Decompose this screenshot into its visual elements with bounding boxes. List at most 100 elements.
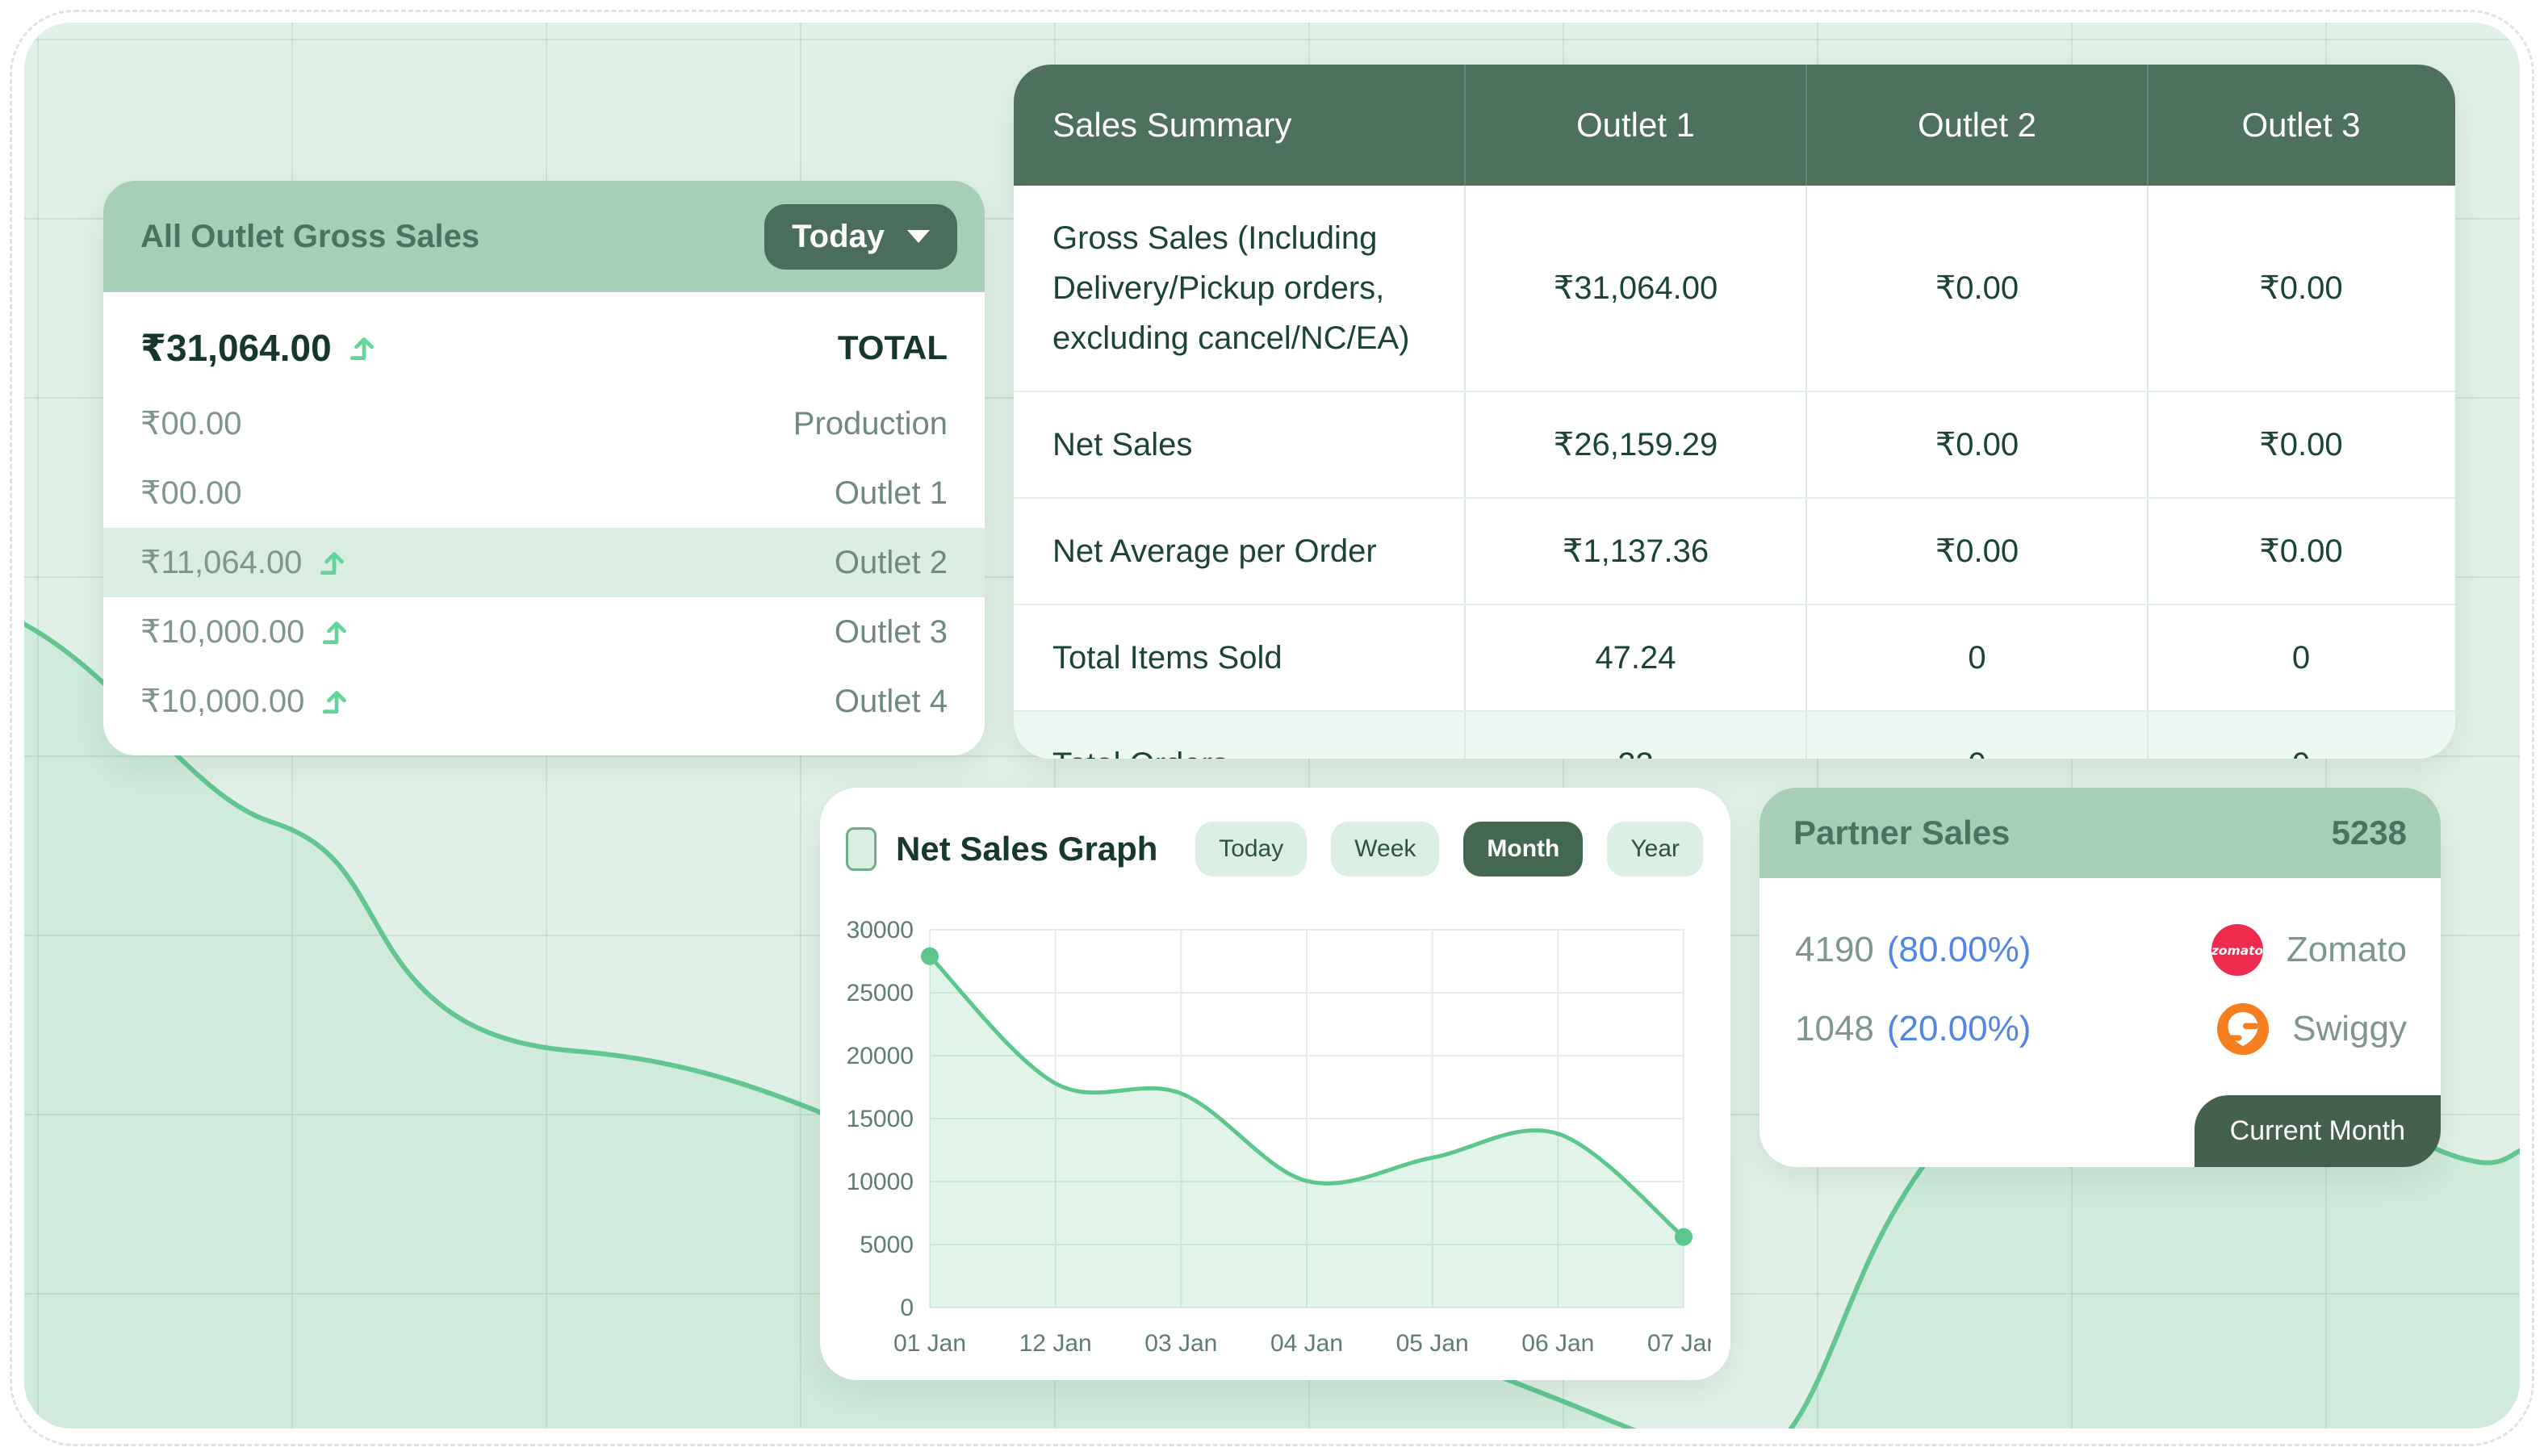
summary-row-label: Total Orders: [1014, 712, 1464, 759]
period-dropdown[interactable]: Today: [764, 204, 957, 270]
trend-up-arrow-icon: [318, 547, 349, 578]
svg-text:05 Jan: 05 Jan: [1396, 1330, 1469, 1357]
svg-text:04 Jan: 04 Jan: [1270, 1330, 1343, 1357]
trend-up-arrow-icon: [320, 686, 351, 717]
gross-row-label: Outlet 4: [835, 684, 948, 720]
summary-row-label: Net Sales: [1014, 392, 1464, 497]
trend-up-arrow-icon: [320, 617, 351, 647]
gross-row-value: ₹10,000.00: [140, 683, 304, 720]
net-sales-graph-title: Net Sales Graph: [896, 830, 1157, 868]
partner-count-group: 1048 (20.00%): [1795, 1009, 2031, 1049]
gross-row-value-group: ₹00.00: [140, 405, 242, 442]
gross-row-value-group: ₹00.00: [140, 475, 242, 512]
summary-row-value: 0: [2147, 605, 2454, 710]
summary-row-value: ₹0.00: [2147, 392, 2454, 497]
svg-text:12 Jan: 12 Jan: [1019, 1330, 1092, 1357]
dashboard-page: { "gross_card": { "title": "All Outlet G…: [0, 0, 2544, 1456]
first-point-marker: [921, 948, 939, 965]
net-sales-period-tabs: Today Week Month Year: [1195, 822, 1703, 877]
svg-text:15000: 15000: [847, 1106, 914, 1132]
net-sales-graph-card: Net Sales Graph Today Week Month Year 0 5000…: [820, 788, 1730, 1380]
partner-brand-group: Swiggy: [2216, 1002, 2407, 1056]
tab-month[interactable]: Month: [1463, 822, 1583, 877]
gross-sales-card-title: All Outlet Gross Sales: [140, 219, 479, 255]
sales-summary-column-header: Outlet 2: [1805, 65, 2147, 186]
table-row: Gross Sales (Including Delivery/Pickup o…: [1014, 186, 2455, 391]
partner-brand-group: zomato Zomato: [2211, 923, 2407, 977]
gross-sales-card-header: All Outlet Gross Sales Today: [103, 181, 985, 292]
gross-row-value-group: ₹10,000.00: [140, 683, 351, 720]
sales-summary-body: Gross Sales (Including Delivery/Pickup o…: [1014, 186, 2455, 759]
sales-summary-header-row: Sales SummaryOutlet 1Outlet 2Outlet 3: [1014, 65, 2455, 186]
partner-name: Swiggy: [2292, 1009, 2407, 1049]
partner-row: 1048 (20.00%) Swiggy: [1795, 989, 2407, 1069]
last-point-marker: [1675, 1228, 1693, 1246]
summary-row-label: Net Average per Order: [1014, 499, 1464, 604]
dashboard-canvas: All Outlet Gross Sales Today ₹31,064.00T…: [24, 23, 2520, 1429]
summary-row-value: 0: [1805, 605, 2147, 710]
gross-sales-row-list: ₹31,064.00TOTAL ₹00.00 Production ₹00.00 Out…: [103, 292, 985, 736]
gross-row-label: Outlet 3: [835, 614, 948, 651]
all-outlet-gross-sales-card: All Outlet Gross Sales Today ₹31,064.00T…: [103, 181, 985, 755]
gross-row-value: ₹10,000.00: [140, 613, 304, 651]
gross-row-value: ₹11,064.00: [140, 544, 302, 581]
gross-row-value: ₹00.00: [140, 475, 242, 512]
summary-row-value: ₹0.00: [1805, 186, 2147, 391]
svg-text:25000: 25000: [847, 980, 914, 1006]
summary-row-label: Gross Sales (Including Delivery/Pickup o…: [1014, 186, 1464, 391]
sales-summary-column-header: Outlet 3: [2147, 65, 2454, 186]
current-month-badge: Current Month: [2195, 1095, 2441, 1167]
svg-text:5000: 5000: [860, 1232, 914, 1258]
sales-summary-column-header: Outlet 1: [1464, 65, 1805, 186]
table-row: Total Orders2300: [1014, 710, 2455, 759]
tab-today[interactable]: Today: [1195, 822, 1307, 877]
gross-row-label: Outlet 2: [835, 545, 948, 581]
partner-sales-header: Partner Sales 5238: [1759, 788, 2441, 878]
partner-order-count: 1048: [1795, 1009, 1874, 1049]
partner-name: Zomato: [2287, 930, 2407, 970]
table-row: Total Items Sold47.2400: [1014, 604, 2455, 710]
gross-sales-row[interactable]: ₹00.00 Outlet 1: [103, 458, 985, 528]
gross-sales-row[interactable]: ₹11,064.00 Outlet 2: [103, 528, 985, 597]
summary-row-value: ₹0.00: [2147, 499, 2454, 604]
svg-text:0: 0: [900, 1295, 914, 1321]
partner-percent: (20.00%): [1887, 1009, 2031, 1049]
gross-sales-row[interactable]: ₹00.00 Production: [103, 389, 985, 458]
summary-row-value: 0: [2147, 712, 2454, 759]
tab-week[interactable]: Week: [1331, 822, 1439, 877]
sales-summary-table-card: Sales SummaryOutlet 1Outlet 2Outlet 3 Gr…: [1014, 65, 2455, 759]
svg-text:20000: 20000: [847, 1043, 914, 1069]
svg-text:zomato: zomato: [2211, 943, 2264, 958]
partner-row: 4190(80.00%)zomatoZomato: [1795, 910, 2407, 989]
summary-row-value: 47.24: [1464, 605, 1805, 710]
gross-row-value-group: ₹11,064.00: [140, 544, 349, 581]
partner-order-count: 4190: [1795, 930, 1874, 970]
swiggy-icon: [2216, 1002, 2270, 1056]
net-sales-legend-checkbox[interactable]: [846, 827, 877, 871]
svg-text:03 Jan: 03 Jan: [1144, 1330, 1217, 1357]
gross-row-label: Outlet 1: [835, 475, 948, 512]
partner-sales-list: 4190(80.00%)zomatoZomato1048(20.00%)Swig…: [1759, 878, 2441, 1069]
partner-sales-card: Partner Sales 5238 4190(80.00%)zomatoZom…: [1759, 788, 2441, 1167]
gross-row-value: ₹00.00: [140, 405, 242, 442]
svg-text:01 Jan: 01 Jan: [893, 1330, 966, 1357]
summary-row-value: ₹0.00: [1805, 392, 2147, 497]
summary-row-value: ₹26,159.29: [1464, 392, 1805, 497]
summary-row-label: Total Items Sold: [1014, 605, 1464, 710]
partner-sales-total-count: 5238: [2332, 814, 2407, 852]
summary-row-value: ₹0.00: [2147, 186, 2454, 391]
gross-row-value-group: ₹31,064.00: [140, 326, 379, 370]
gross-row-label: Production: [793, 406, 948, 442]
gross-sales-row[interactable]: ₹31,064.00TOTAL: [103, 307, 985, 389]
table-row: Net Average per Order₹1,137.36₹0.00₹0.00: [1014, 497, 2455, 604]
net-sales-graph-header: Net Sales Graph Today Week Month Year: [820, 788, 1730, 877]
trend-up-arrow-icon: [348, 333, 379, 363]
tab-year[interactable]: Year: [1607, 822, 1703, 877]
net-sales-line-chart: 05000100001500020000250003000001 Jan12 J…: [839, 910, 1711, 1367]
svg-text:07 Jan: 07 Jan: [1647, 1330, 1711, 1357]
gross-sales-row[interactable]: ₹10,000.00 Outlet 3: [103, 597, 985, 667]
gross-sales-row[interactable]: ₹10,000.00 Outlet 4: [103, 667, 985, 736]
table-row: Net Sales₹26,159.29₹0.00₹0.00: [1014, 391, 2455, 497]
sales-summary-column-header: Sales Summary: [1014, 65, 1464, 186]
partner-sales-title: Partner Sales: [1793, 814, 2011, 852]
